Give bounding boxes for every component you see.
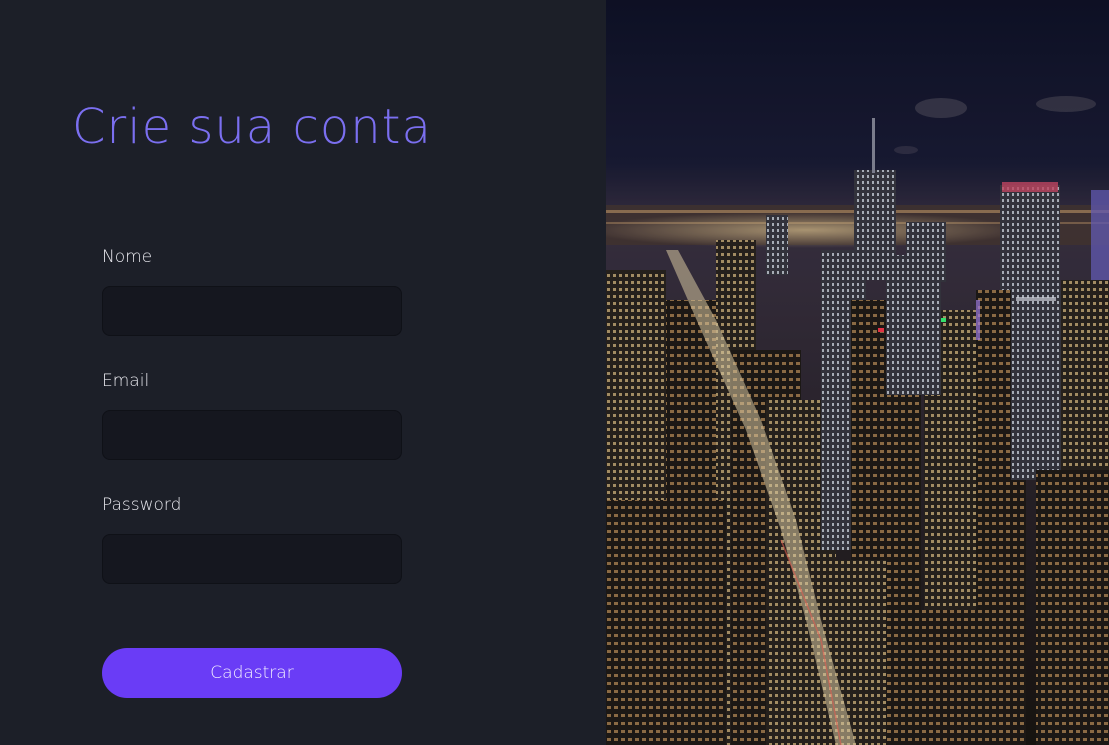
email-label: Email <box>102 371 150 391</box>
signup-panel: Crie sua conta Nome Email Password Cadas… <box>0 0 606 745</box>
password-input[interactable] <box>102 534 402 584</box>
register-button[interactable]: Cadastrar <box>102 648 402 698</box>
city-night-image <box>606 0 1109 745</box>
page-title: Crie sua conta <box>72 99 432 155</box>
password-label: Password <box>102 495 182 515</box>
name-label: Nome <box>102 247 153 267</box>
city-skyline-illustration <box>606 0 1109 745</box>
name-input[interactable] <box>102 286 402 336</box>
email-input[interactable] <box>102 410 402 460</box>
